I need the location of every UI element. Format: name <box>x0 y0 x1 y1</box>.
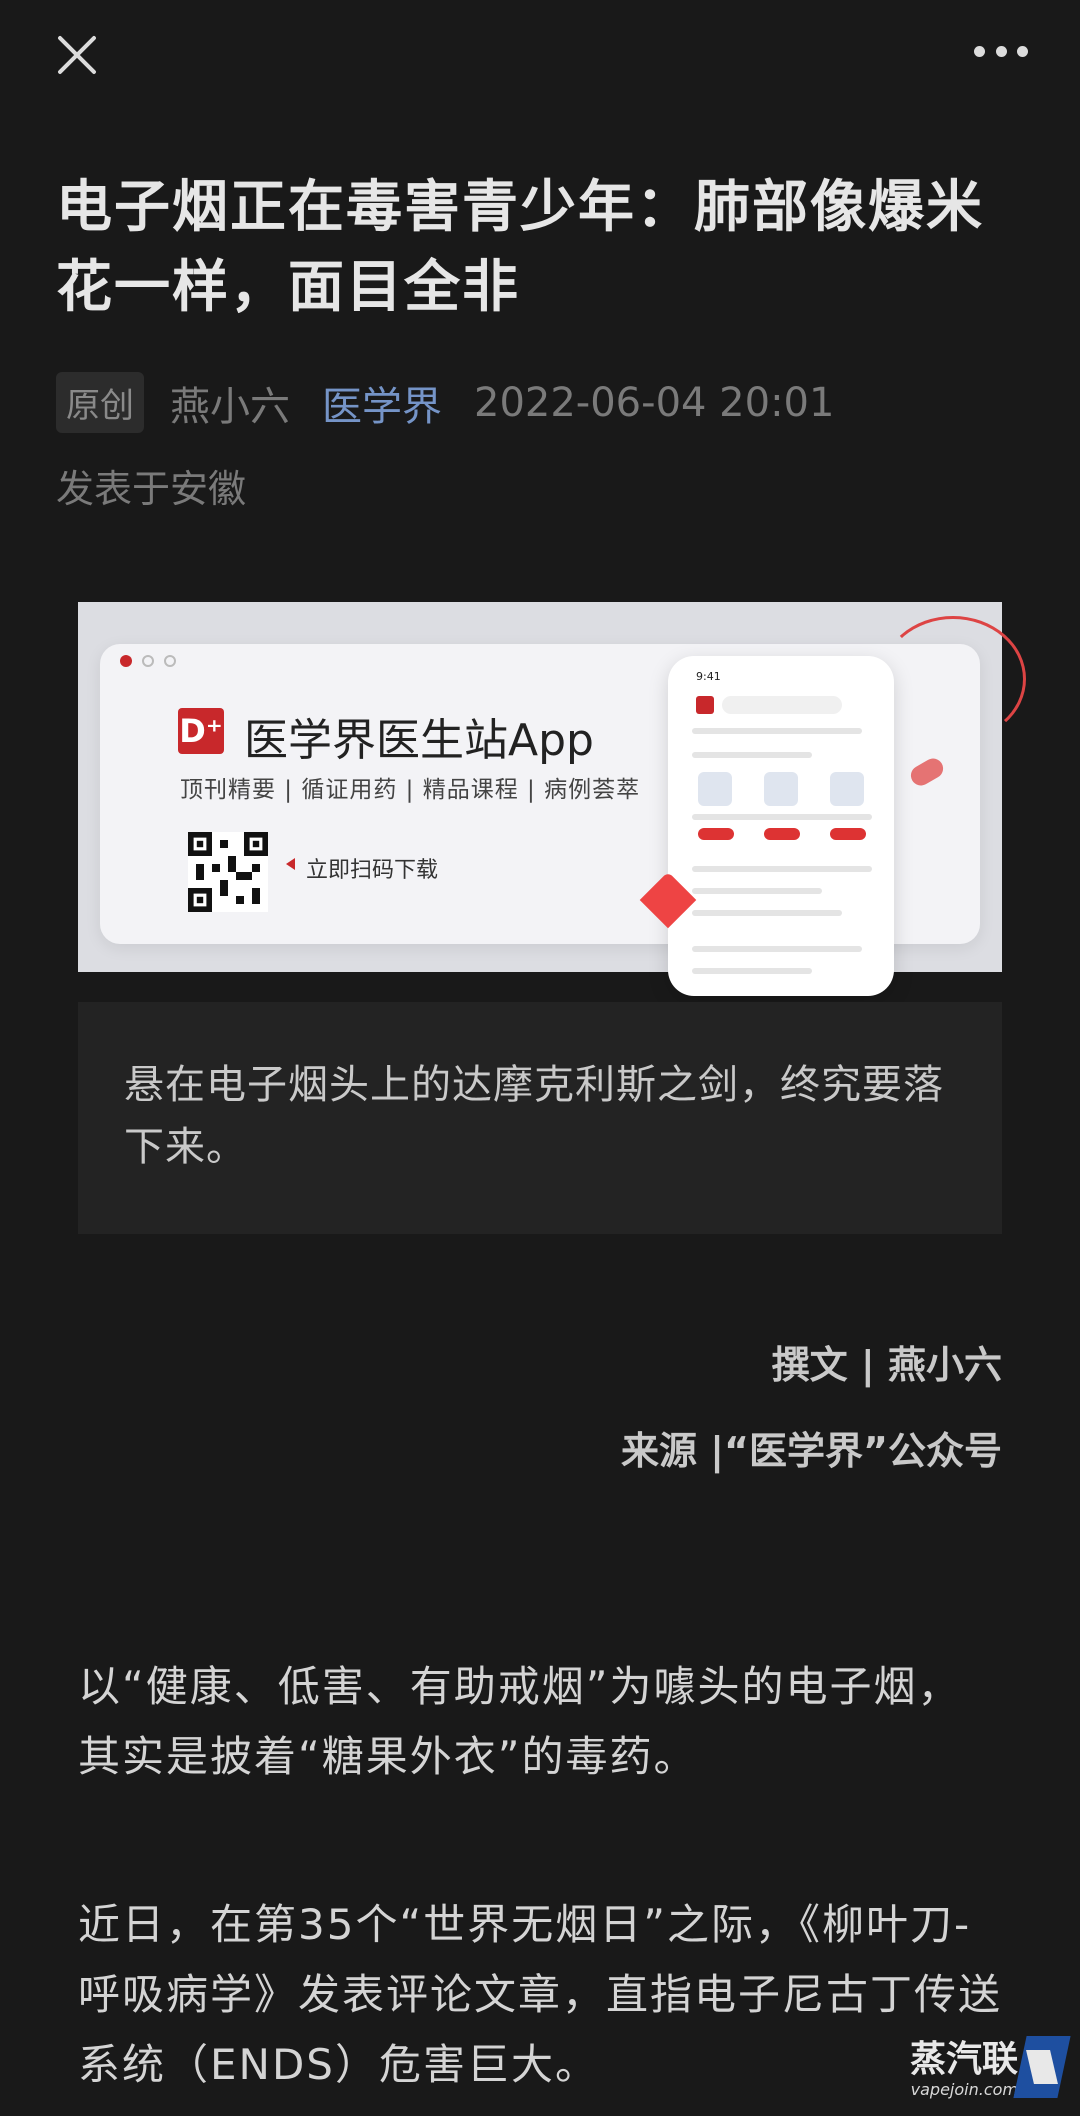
phone-card-icon <box>830 772 864 806</box>
body-paragraph: 近日，在第35个“世界无烟日”之际，《柳叶刀-呼吸病学》发表评论文章，直指电子尼… <box>78 1900 1003 2089</box>
phone-text-row <box>692 866 872 872</box>
publish-location: 发表于安徽 <box>56 467 247 511</box>
phone-app-logo <box>696 696 714 714</box>
phone-follow-button <box>830 828 866 840</box>
phone-section-row <box>692 752 812 758</box>
account-link[interactable]: 医学界 <box>322 374 442 432</box>
source-credit: 来源 |“医学界”公众号 <box>620 1429 1002 1473</box>
watermark-url: vapejoin.com <box>910 2080 1018 2099</box>
body-paragraph: 以“健康、低害、有助戒烟”为噱头的电子烟，其实是披着“糖果外衣”的毒药。 <box>78 1662 962 1781</box>
phone-follow-button <box>698 828 734 840</box>
article-meta: 原创 燕小六 医学界 2022-06-04 20:01 <box>56 372 834 433</box>
phone-text-row <box>692 910 842 916</box>
phone-search-bar <box>722 696 842 714</box>
writer-credit: 撰文 | 燕小六 <box>771 1343 1002 1387</box>
banner-tags: 顶刊精要 | 循证用药 | 精品课程 | 病例荟萃 <box>180 777 641 803</box>
qr-code-icon <box>188 832 268 912</box>
watermark-logo-icon <box>1013 2036 1071 2098</box>
phone-tabs-row <box>692 728 862 734</box>
phone-card-icon <box>764 772 798 806</box>
phone-follow-button <box>764 828 800 840</box>
author-name: 燕小六 <box>170 383 290 430</box>
app-logo: D⁺ <box>178 708 224 754</box>
quote-block: 悬在电子烟头上的达摩克利斯之剑，终究要落下来。 <box>78 1002 1002 1234</box>
phone-text-row <box>692 814 872 820</box>
scan-download-text: 立即扫码下载 <box>306 858 439 883</box>
close-icon[interactable] <box>54 32 100 78</box>
scan-arrow-icon <box>286 858 295 870</box>
phone-time: 9:41 <box>696 670 721 683</box>
original-badge: 原创 <box>56 372 144 433</box>
watermark-name: 蒸汽联 <box>909 2039 1018 2080</box>
publish-datetime: 2022-06-04 20:01 <box>474 379 835 426</box>
phone-text-row <box>692 888 822 894</box>
quote-text: 悬在电子烟头上的达摩克利斯之剑，终究要落下来。 <box>124 1062 944 1170</box>
phone-text-row <box>692 946 862 952</box>
phone-card-icon <box>698 772 732 806</box>
window-dots <box>120 655 176 667</box>
article-title: 电子烟正在毒害青少年：肺部像爆米花一样，面目全非 <box>56 175 984 320</box>
phone-text-row <box>692 968 812 974</box>
more-options-icon[interactable] <box>974 46 1028 60</box>
decorative-curve <box>880 616 1026 742</box>
banner-app-name: 医学界医生站App <box>244 715 594 766</box>
phone-mockup: 9:41 <box>668 656 894 996</box>
